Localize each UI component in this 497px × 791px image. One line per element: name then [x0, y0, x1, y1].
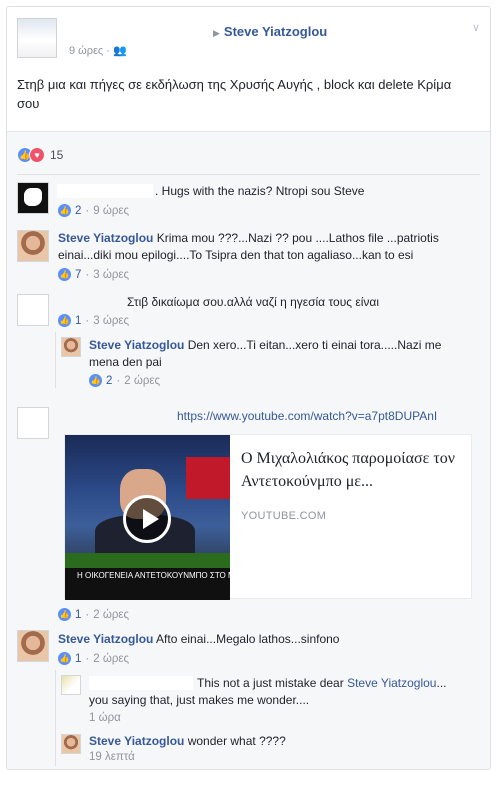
friends-icon: 👥 — [113, 45, 127, 57]
reaction-count[interactable]: 15 — [50, 148, 63, 162]
reply-rail — [55, 670, 56, 766]
reply-author[interactable]: Steve Yiatzoglou — [89, 338, 184, 352]
commenter-avatar[interactable] — [17, 407, 49, 439]
comment-text: Στιβ δικαίωμα σου.αλλά ναζί η ηγεσία του… — [127, 295, 379, 309]
commenter-avatar[interactable] — [17, 630, 49, 662]
post-timestamp[interactable]: 9 ώρες · 👥 — [69, 44, 127, 57]
youtube-link[interactable]: https://www.youtube.com/watch?v=a7pt8DUP… — [177, 408, 437, 425]
like-icon: 👍 — [58, 314, 71, 327]
reply-meta: 👍 2 · 2 ώρες — [89, 374, 161, 387]
reply-text: Steve Yiatzoglou wonder what ???? — [89, 734, 286, 748]
reply-meta: 1 ώρα — [89, 712, 121, 724]
reply-rail — [55, 332, 56, 388]
commenter-avatar[interactable] — [17, 182, 49, 214]
like-icon: 👍 — [58, 204, 71, 217]
post-card: ▶ Steve Yiatzoglou 9 ώρες · 👥 ∨ Στηβ μια … — [6, 6, 491, 770]
reply-meta: 19 λεπτά — [89, 751, 135, 763]
poster-avatar[interactable] — [17, 18, 57, 58]
comment-text: . Hugs with the nazis? Ntropi sou Steve — [155, 184, 365, 198]
chevron-down-icon[interactable]: ∨ — [472, 21, 480, 34]
comment-meta: 👍 1 · 3 ώρες — [58, 314, 130, 327]
comment-text: Steve Yiatzoglou Krima mou ???...Nazi ??… — [58, 231, 439, 245]
like-icon: 👍 — [89, 374, 102, 387]
post-header: ▶ Steve Yiatzoglou 9 ώρες · 👥 ∨ Στηβ μια … — [7, 7, 490, 131]
play-icon[interactable] — [123, 495, 171, 543]
video-thumbnail[interactable]: Η ΟΙΚΟΓΕΝΕΙΑ ΑΝΤΕΤΟΚΟΥΝΜΠΟ ΣΤΟ ΜΑΞ — [65, 435, 230, 600]
love-reaction-icon: ♥ — [29, 147, 45, 163]
like-icon: 👍 — [58, 268, 71, 281]
reply-author[interactable]: Steve Yiatzoglou — [89, 734, 184, 748]
reply-avatar[interactable] — [61, 734, 81, 754]
reply-text-cont: mena den pai — [89, 355, 162, 369]
mention-link[interactable]: Steve Yiatzoglou — [347, 676, 436, 690]
reply-avatar[interactable] — [61, 337, 81, 357]
commenter-avatar[interactable] — [17, 294, 49, 326]
comments-section: 👍 ♥ 15 . Hugs with the nazis? Ntropi sou… — [7, 131, 490, 769]
comment-text: Steve Yiatzoglou Afto einai...Megalo lat… — [58, 632, 340, 646]
comment-text-cont: einai...diki mou epilogi....To Tsipra de… — [58, 248, 414, 262]
comment-meta: 👍 1 · 2 ώρες — [58, 608, 130, 621]
reactions-summary[interactable]: 👍 ♥ 15 — [17, 146, 63, 164]
triangle-right-icon: ▶ — [213, 28, 220, 38]
redacted-name — [89, 676, 193, 690]
commenter-name[interactable]: Steve Yiatzoglou — [58, 231, 153, 245]
video-banner-text: Η ΟΙΚΟΓΕΝΕΙΑ ΑΝΤΕΤΟΚΟΥΝΜΠΟ ΣΤΟ ΜΑΞ — [77, 571, 230, 580]
comment-meta: 👍 2 · 9 ώρες — [58, 204, 130, 217]
comment-meta: 👍 1 · 2 ώρες — [58, 652, 130, 665]
reply-avatar[interactable] — [61, 675, 81, 695]
post-text: Στηβ μια και πήγες σε εκδήλωση της Χρυσή… — [17, 77, 452, 111]
link-title[interactable]: Ο Μιχαλολιάκος παρομοίασε τον Αντετοκούν… — [241, 447, 465, 493]
reply-text-cont: you saying that, just makes me wonder...… — [89, 693, 310, 707]
like-icon: 👍 — [58, 652, 71, 665]
like-icon: 👍 — [58, 608, 71, 621]
divider — [17, 174, 480, 175]
reply-text: Steve Yiatzoglou Den xero...Ti eitan...x… — [89, 338, 442, 352]
redacted-name — [57, 184, 153, 198]
reply-text: This not a just mistake dear Steve Yiatz… — [197, 676, 447, 690]
comment-meta: 👍 7 · 3 ώρες — [58, 268, 130, 281]
link-preview-card[interactable]: Η ΟΙΚΟΓΕΝΕΙΑ ΑΝΤΕΤΟΚΟΥΝΜΠΟ ΣΤΟ ΜΑΞ Ο Μιχ… — [64, 434, 472, 600]
commenter-name[interactable]: Steve Yiatzoglou — [58, 632, 153, 646]
author-name[interactable]: ▶ Steve Yiatzoglou — [213, 24, 327, 39]
commenter-avatar[interactable] — [17, 230, 49, 262]
link-source: YOUTUBE.COM — [241, 510, 327, 522]
redacted-name — [69, 23, 205, 37]
